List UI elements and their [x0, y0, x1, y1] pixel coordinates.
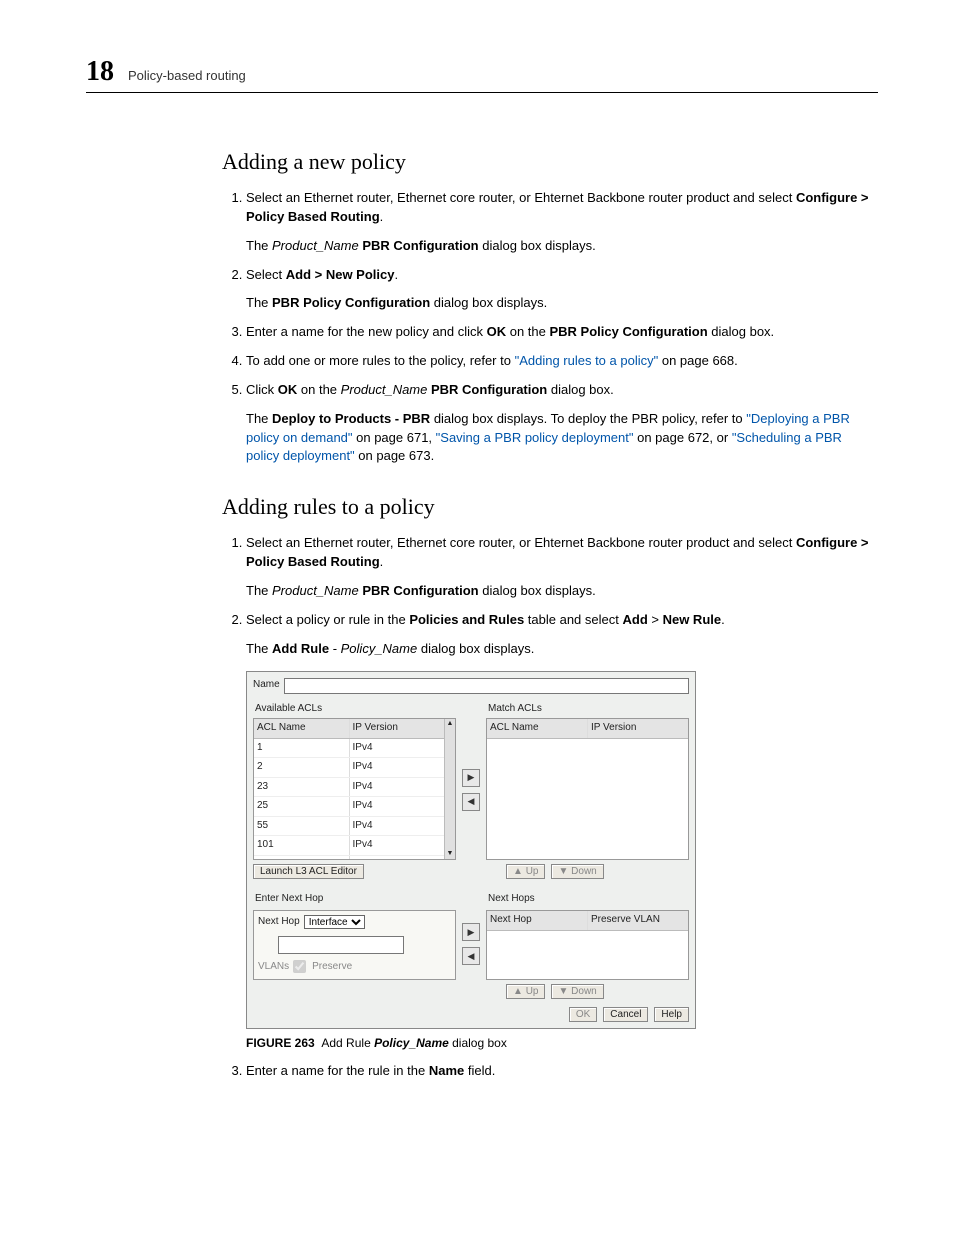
scroll-up-icon[interactable]: ▲	[447, 719, 454, 729]
step-5: Click OK on the Product_Name PBR Configu…	[246, 381, 878, 466]
table-row[interactable]: 25IPv4	[254, 797, 444, 817]
section-title: Policy-based routing	[128, 68, 246, 83]
link-adding-rules[interactable]: "Adding rules to a policy"	[515, 353, 659, 368]
add-rule-dialog: Name Available ACLs ACL Name	[246, 671, 696, 1030]
running-header: 18 Policy-based routing	[86, 56, 878, 93]
table-row[interactable]: 101IPv4	[254, 836, 444, 856]
preserve-checkbox[interactable]	[293, 960, 306, 973]
match-acls-title: Match ACLs	[486, 700, 689, 719]
next-hop-select[interactable]: Interface	[304, 915, 365, 929]
help-button[interactable]: Help	[654, 1007, 689, 1022]
rules-step-1: Select an Ethernet router, Ethernet core…	[246, 534, 878, 601]
enter-next-hop-title: Enter Next Hop	[253, 890, 456, 909]
step-2: Select Add > New Policy. The PBR Policy …	[246, 266, 878, 314]
cancel-button[interactable]: Cancel	[603, 1007, 648, 1022]
heading-adding-rules: Adding rules to a policy	[222, 494, 878, 520]
link-save[interactable]: "Saving a PBR policy deployment"	[436, 430, 634, 445]
match-acls-table[interactable]: ACL Name IP Version	[486, 718, 689, 860]
match-col-ip-version: IP Version	[588, 719, 688, 738]
preserve-label: Preserve	[312, 960, 352, 975]
col-preserve-vlan: Preserve VLAN	[588, 911, 688, 930]
next-hop-input[interactable]	[278, 936, 404, 954]
nexthop-move-left-button[interactable]: ◀	[462, 947, 480, 965]
rules-step-2: Select a policy or rule in the Policies …	[246, 611, 878, 1053]
figure-caption: FIGURE 263 Add Rule Policy_Name dialog b…	[246, 1035, 878, 1052]
step-3: Enter a name for the new policy and clic…	[246, 323, 878, 342]
name-label: Name	[253, 678, 280, 693]
next-hop-label: Next Hop	[258, 915, 300, 930]
rules-step-3: Enter a name for the rule in the Name fi…	[246, 1062, 878, 1081]
launch-l3-acl-editor-button[interactable]: Launch L3 ACL Editor	[253, 864, 364, 879]
col-next-hop: Next Hop	[487, 911, 588, 930]
step-4: To add one or more rules to the policy, …	[246, 352, 878, 371]
table-row[interactable]: 23IPv4	[254, 778, 444, 798]
triangle-left-icon: ◀	[468, 795, 475, 808]
available-acls-table[interactable]: ACL Name IP Version 1IPv42IPv423IPv425IP…	[253, 718, 456, 860]
next-hops-table[interactable]: Next Hop Preserve VLAN	[486, 910, 689, 980]
nexthop-move-right-button[interactable]: ▶	[462, 923, 480, 941]
col-acl-name: ACL Name	[254, 719, 350, 738]
heading-adding-new-policy: Adding a new policy	[222, 149, 878, 175]
steps-adding-new-policy: Select an Ethernet router, Ethernet core…	[222, 189, 878, 466]
scroll-down-icon[interactable]: ▼	[447, 849, 454, 859]
scrollbar[interactable]: ▲ ▼	[444, 719, 455, 859]
available-acls-title: Available ACLs	[253, 700, 456, 719]
chapter-number: 18	[86, 56, 114, 88]
acl-down-button[interactable]: ▼ Down	[551, 864, 603, 879]
enter-next-hop-box: Next Hop Interface VLANs	[253, 910, 456, 980]
match-col-acl-name: ACL Name	[487, 719, 588, 738]
table-row[interactable]: 2IPv4	[254, 758, 444, 778]
next-hops-title: Next Hops	[486, 890, 689, 909]
name-input[interactable]	[284, 678, 689, 694]
triangle-left-icon: ◀	[468, 950, 475, 963]
step-1: Select an Ethernet router, Ethernet core…	[246, 189, 878, 256]
move-left-button[interactable]: ◀	[462, 793, 480, 811]
acl-up-button[interactable]: ▲ Up	[506, 864, 545, 879]
table-row[interactable]: 1IPv4	[254, 739, 444, 759]
vlans-label: VLANs	[258, 960, 289, 975]
triangle-right-icon: ▶	[468, 926, 475, 939]
table-row[interactable]: ONEIPv4	[254, 856, 444, 860]
steps-adding-rules: Select an Ethernet router, Ethernet core…	[222, 534, 878, 1081]
triangle-right-icon: ▶	[468, 771, 475, 784]
ok-button[interactable]: OK	[569, 1007, 597, 1022]
figure-263: Name Available ACLs ACL Name	[246, 671, 878, 1053]
nexthop-down-button[interactable]: ▼ Down	[551, 984, 603, 999]
move-right-button[interactable]: ▶	[462, 769, 480, 787]
col-ip-version: IP Version	[350, 719, 445, 738]
table-row[interactable]: 55IPv4	[254, 817, 444, 837]
nexthop-up-button[interactable]: ▲ Up	[506, 984, 545, 999]
